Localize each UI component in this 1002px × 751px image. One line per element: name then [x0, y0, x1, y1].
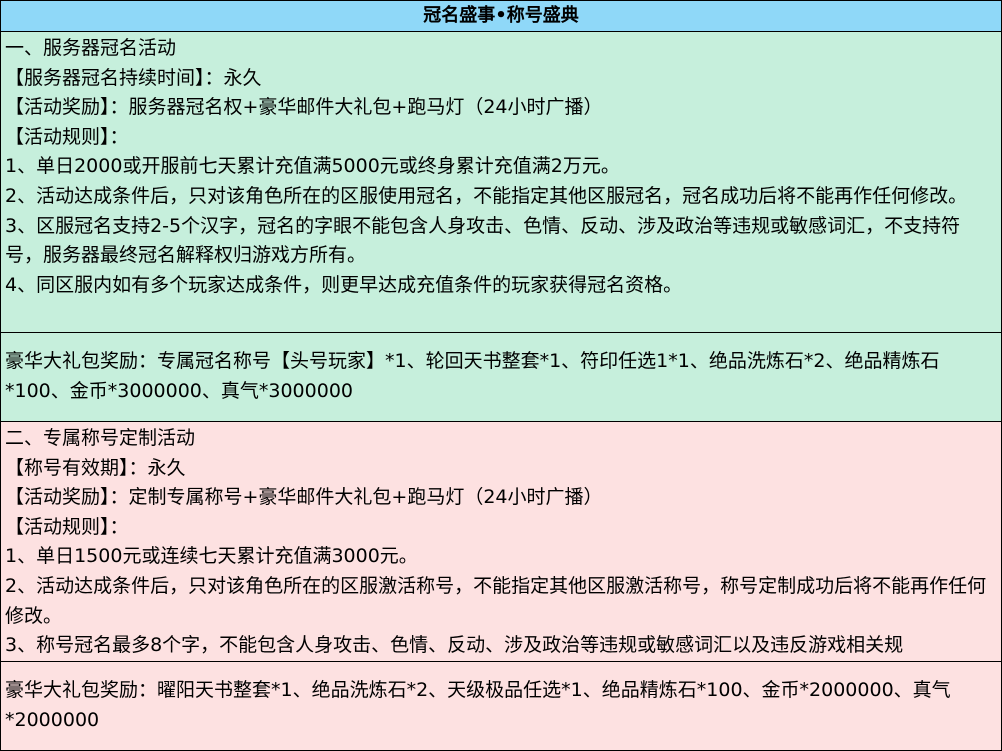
section2-gift-pack: 豪华大礼包奖励：曜阳天书整套*1、绝品洗炼石*2、天级极品任选*1、绝品精炼石*… [1, 662, 1001, 750]
section1-gift-text: 豪华大礼包奖励：专属冠名称号【头号玩家】*1、轮回天书整套*1、符印任选1*1、… [5, 350, 940, 402]
section1-rule-2: 2、活动达成条件后，只对该角色所在的区服使用冠名，不能指定其他区服冠名，冠名成功… [5, 184, 968, 207]
section-server-naming: 一、服务器冠名活动 【服务器冠名持续时间】：永久 【活动奖励】：服务器冠名权+豪… [1, 32, 1001, 333]
section1-rule-1: 1、单日2000或开服前七天累计充值满5000元或终身累计充值满2万元。 [5, 155, 620, 178]
section1-rule-3: 3、区服冠名支持2-5个汉字，冠名的字眼不能包含人身攻击、色情、反动、涉及政治等… [5, 214, 961, 267]
event-sheet: 冠名盛事•称号盛典 一、服务器冠名活动 【服务器冠名持续时间】：永久 【活动奖励… [0, 0, 1002, 751]
section2-rule-1: 1、单日1500元或连续七天累计充值满3000元。 [5, 545, 418, 568]
section2-rule-2: 2、活动达成条件后，只对该角色所在的区服激活称号，不能指定其他区服激活称号，称号… [5, 574, 987, 627]
section2-rule-3: 3、称号冠名最多8个字，不能包含人身攻击、色情、反动、涉及政治等违规或敏感词汇以… [5, 634, 904, 657]
section2-heading: 二、专属称号定制活动 [5, 427, 196, 449]
sheet-title: 冠名盛事•称号盛典 [1, 1, 1001, 32]
section2-validity: 【称号有效期】：永久 [5, 456, 186, 479]
section2-rules-heading: 【活动规则】： [5, 515, 129, 538]
section1-heading: 一、服务器冠名活动 [5, 37, 177, 59]
section1-rules-heading: 【活动规则】： [5, 125, 129, 148]
section1-duration: 【服务器冠名持续时间】：永久 [5, 66, 262, 89]
section-custom-title: 二、专属称号定制活动 【称号有效期】：永久 【活动奖励】：定制专属称号+豪华邮件… [1, 422, 1001, 662]
section1-reward: 【活动奖励】：服务器冠名权+豪华邮件大礼包+跑马灯（24小时广播） [5, 96, 603, 119]
section1-gift-pack: 豪华大礼包奖励：专属冠名称号【头号玩家】*1、轮回天书整套*1、符印任选1*1、… [1, 333, 1001, 422]
section2-gift-text: 豪华大礼包奖励：曜阳天书整套*1、绝品洗炼石*2、天级极品任选*1、绝品精炼石*… [5, 679, 951, 731]
section1-rule-4: 4、同区服内如有多个玩家达成条件，则更早达成充值条件的玩家获得冠名资格。 [5, 273, 683, 296]
section2-reward: 【活动奖励】：定制专属称号+豪华邮件大礼包+跑马灯（24小时广播） [5, 486, 603, 509]
